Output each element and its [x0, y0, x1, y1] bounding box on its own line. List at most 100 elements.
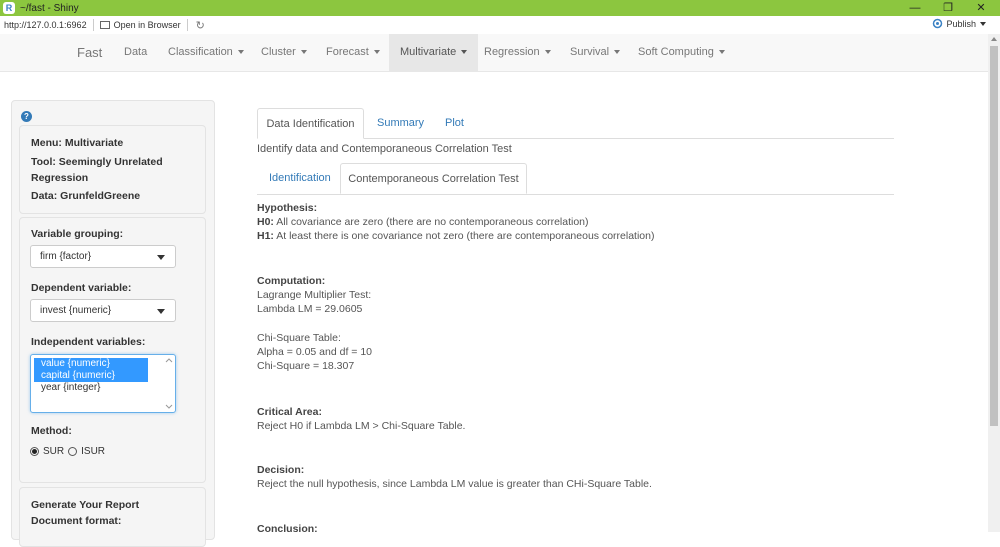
- open-in-browser-button[interactable]: Open in Browser: [99, 20, 181, 30]
- browser-window-icon: [99, 21, 110, 29]
- list-option[interactable]: year {integer}: [34, 382, 148, 394]
- dependent-variable-select[interactable]: invest {numeric}: [30, 299, 176, 322]
- h0-text: All covariance are zero (there are no co…: [273, 216, 589, 228]
- divider: [186, 19, 188, 31]
- decision-text: Reject the null hypothesis, since Lambda…: [257, 478, 652, 490]
- report-title: Generate Your Report: [31, 499, 140, 511]
- critical-area-text: Reject H0 if Lambda LM > Chi-Square Tabl…: [257, 420, 466, 432]
- list-option[interactable]: value {numeric}: [34, 358, 148, 370]
- radio-sur-label: SUR: [43, 446, 65, 457]
- radio-isur-label: ISUR: [81, 446, 106, 457]
- tool-info-line1: Tool: Seemingly Unrelated: [31, 156, 163, 168]
- main-panel: Data Identification Summary Plot Identif…: [257, 108, 894, 535]
- computation-title: Computation:: [257, 275, 326, 287]
- help-icon[interactable]: ?: [21, 111, 32, 122]
- method-label: Method:: [31, 425, 72, 437]
- hypothesis-title: Hypothesis:: [257, 202, 318, 214]
- window-titlebar: R ~/fast - Shiny — ❐ ✕: [0, 0, 1000, 16]
- navbar: Fast Data Classification Cluster Forecas…: [0, 34, 988, 72]
- independent-variables-label: Independent variables:: [31, 336, 146, 348]
- inputs-well: Variable grouping: firm {factor} Depende…: [19, 217, 206, 483]
- chevron-down-icon: [980, 21, 986, 26]
- divider: [92, 19, 94, 31]
- address-bar: http://127.0.0.1:6962 Open in Browser ↻ …: [0, 16, 1000, 35]
- dependent-variable-label: Dependent variable:: [31, 282, 132, 294]
- close-button[interactable]: ✕: [962, 0, 1000, 16]
- chevron-down-icon: [461, 50, 468, 55]
- nav-forecast[interactable]: Forecast: [326, 34, 380, 71]
- nav-label: Classification: [168, 46, 233, 58]
- nav-label: Data: [124, 46, 148, 58]
- chevron-down-icon: [718, 50, 725, 55]
- h1-line: H1: At least there is one covariance not…: [257, 229, 654, 243]
- chi-square-value: Chi-Square = 18.307: [257, 360, 355, 372]
- window-title: ~/fast - Shiny: [20, 2, 79, 14]
- chevron-down-icon: [544, 50, 551, 55]
- nav-label: Multivariate: [400, 46, 457, 58]
- variable-grouping-value: firm {factor}: [40, 251, 92, 262]
- variable-grouping-select[interactable]: firm {factor}: [30, 245, 176, 268]
- radio-isur[interactable]: [68, 447, 78, 456]
- tool-info-line2: Regression: [31, 172, 89, 184]
- page-scrollbar[interactable]: [988, 34, 1000, 532]
- nav-label: Survival: [570, 46, 610, 58]
- nav-label: Regression: [484, 46, 540, 58]
- independent-variables-listbox[interactable]: value {numeric} capital {numeric} year {…: [30, 354, 176, 413]
- nav-multivariate[interactable]: Multivariate: [389, 34, 479, 71]
- method-radio-group: SUR ISUR: [30, 446, 105, 457]
- tab-identification[interactable]: Identification: [269, 163, 331, 193]
- tab-data-identification[interactable]: Data Identification: [257, 108, 364, 139]
- open-in-browser-label: Open in Browser: [113, 20, 181, 30]
- variable-grouping-label: Variable grouping:: [31, 228, 124, 240]
- chevron-down-icon: [300, 50, 307, 55]
- lm-test-label: Lagrange Multiplier Test:: [257, 289, 372, 301]
- url-text[interactable]: http://127.0.0.1:6962: [4, 20, 87, 30]
- dropdown-arrow-icon: [157, 309, 165, 314]
- tab-summary[interactable]: Summary: [377, 108, 424, 138]
- h0-line: H0: All covariance are zero (there are n…: [257, 215, 654, 229]
- tab-plot[interactable]: Plot: [445, 108, 464, 138]
- tab-description: Identify data and Contemporaneous Correl…: [257, 143, 512, 155]
- chevron-down-icon: [237, 50, 244, 55]
- nav-label: Cluster: [261, 46, 296, 58]
- refresh-icon[interactable]: ↻: [196, 19, 205, 32]
- data-info: Data: GrunfeldGreene: [31, 190, 141, 202]
- nav-regression[interactable]: Regression: [484, 34, 551, 71]
- publish-button[interactable]: Publish: [932, 18, 986, 29]
- publish-label: Publish: [946, 18, 976, 29]
- info-well: Menu: Multivariate Tool: Seemingly Unrel…: [19, 125, 206, 214]
- nav-label: Soft Computing: [638, 46, 714, 58]
- h1-text: At least there is one covariance not zer…: [273, 230, 655, 242]
- dropdown-arrow-icon: [157, 255, 165, 260]
- main-tabs: Data Identification Summary Plot: [257, 108, 894, 139]
- h0-label: H0:: [257, 216, 274, 228]
- listbox-scrollbar[interactable]: [165, 357, 173, 410]
- rstudio-icon: R: [3, 2, 15, 14]
- chi-square-table-label: Chi-Square Table:: [257, 332, 341, 344]
- nav-soft-computing[interactable]: Soft Computing: [638, 34, 725, 71]
- nav-cluster[interactable]: Cluster: [261, 34, 307, 71]
- alpha-df-value: Alpha = 0.05 and df = 10: [257, 346, 373, 358]
- sub-tabs: Identification Contemporaneous Correlati…: [257, 163, 894, 195]
- nav-classification[interactable]: Classification: [168, 34, 244, 71]
- publish-icon: [933, 18, 943, 29]
- list-option[interactable]: capital {numeric}: [34, 370, 148, 382]
- chevron-down-icon: [373, 50, 380, 55]
- dependent-variable-value: invest {numeric}: [40, 305, 112, 316]
- conclusion-title: Conclusion:: [257, 523, 318, 535]
- nav-data[interactable]: Data: [124, 34, 147, 71]
- decision-title: Decision:: [257, 464, 305, 476]
- document-format-label: Document format:: [31, 515, 122, 527]
- menu-info: Menu: Multivariate: [31, 137, 124, 149]
- scroll-up-arrow-icon[interactable]: [991, 37, 997, 41]
- scrollbar-thumb[interactable]: [990, 46, 998, 426]
- radio-sur[interactable]: [30, 447, 39, 456]
- nav-survival[interactable]: Survival: [570, 34, 621, 71]
- nav-label: Forecast: [326, 46, 369, 58]
- report-well: Generate Your Report Document format:: [19, 487, 206, 547]
- navbar-brand[interactable]: Fast: [77, 34, 102, 71]
- critical-area-title: Critical Area:: [257, 406, 322, 418]
- sidebar-panel: ? Menu: Multivariate Tool: Seemingly Unr…: [11, 100, 215, 547]
- chevron-down-icon: [614, 50, 621, 55]
- tab-contemporaneous-correlation-test[interactable]: Contemporaneous Correlation Test: [340, 163, 527, 194]
